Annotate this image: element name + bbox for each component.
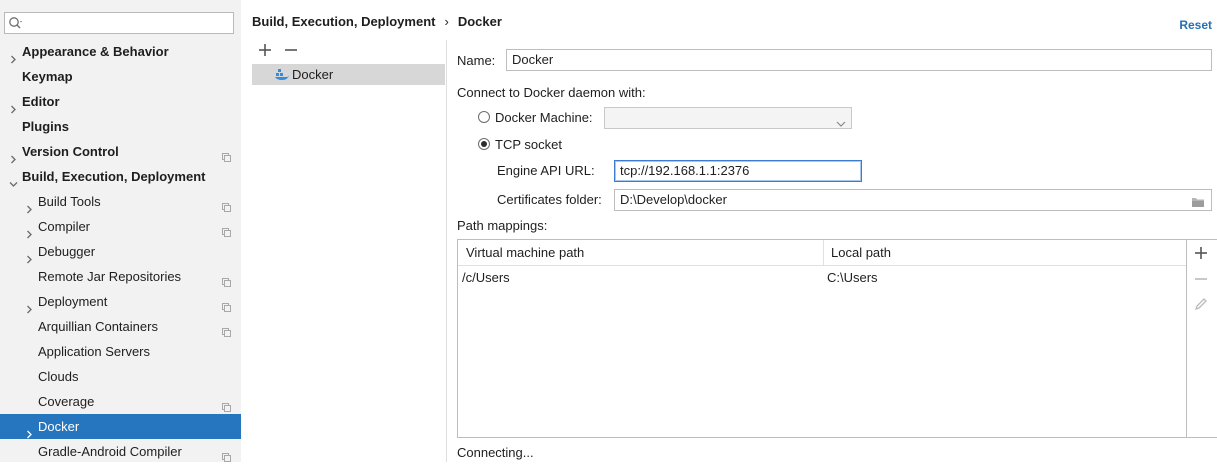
cell-vm-path: /c/Users	[462, 270, 510, 285]
column-header-vm-path[interactable]: Virtual machine path	[466, 245, 584, 260]
docker-machine-radio[interactable]	[478, 111, 490, 123]
add-mapping-button[interactable]	[1194, 246, 1210, 262]
sidebar-item-label: Gradle-Android Compiler	[38, 444, 182, 459]
sidebar-item[interactable]: Remote Jar Repositories	[0, 264, 241, 289]
tcp-socket-radio[interactable]	[478, 138, 490, 150]
path-mappings-table: Virtual machine path Local path /c/Users…	[457, 239, 1187, 438]
sidebar-item-label: Version Control	[22, 144, 119, 159]
certificates-folder-input[interactable]: D:\Develop\docker	[614, 189, 1212, 211]
sidebar-item-label: Build, Execution, Deployment	[22, 169, 206, 184]
engine-api-label: Engine API URL:	[497, 163, 595, 178]
sidebar-item-label: Appearance & Behavior	[22, 44, 169, 59]
connect-label: Connect to Docker daemon with:	[457, 85, 646, 100]
table-row[interactable]: /c/Users C:\Users	[458, 266, 1186, 288]
column-header-local-path[interactable]: Local path	[831, 245, 891, 260]
sidebar-item[interactable]: Application Servers	[0, 339, 241, 364]
cell-local-path: C:\Users	[827, 270, 878, 285]
table-header: Virtual machine path Local path	[458, 240, 1186, 266]
sidebar-item-label: Build Tools	[38, 194, 101, 209]
engine-api-url-input[interactable]: tcp://192.168.1.1:2376	[614, 160, 862, 182]
sidebar-item-label: Application Servers	[38, 344, 150, 359]
search-icon	[8, 16, 24, 33]
chevron-down-icon	[836, 114, 846, 134]
plus-icon	[259, 44, 271, 56]
breadcrumb: Build, Execution, Deployment › Docker	[252, 14, 502, 29]
sidebar-item-label: Debugger	[38, 244, 96, 259]
column-divider[interactable]	[823, 240, 824, 265]
sidebar-item[interactable]: Docker	[0, 414, 241, 439]
sidebar-item[interactable]: Coverage	[0, 389, 241, 414]
search-input[interactable]	[4, 12, 234, 34]
folder-icon[interactable]	[1191, 194, 1205, 214]
certificates-folder-value: D:\Develop\docker	[620, 192, 727, 207]
sidebar-item[interactable]: Arquillian Containers	[0, 314, 241, 339]
breadcrumb-parent[interactable]: Build, Execution, Deployment	[252, 14, 435, 29]
docker-machine-label: Docker Machine:	[495, 110, 593, 125]
sidebar-item[interactable]: Clouds	[0, 364, 241, 389]
plus-icon	[1195, 247, 1207, 259]
sidebar-item-label: Editor	[22, 94, 60, 109]
breadcrumb-current: Docker	[457, 14, 502, 29]
tcp-socket-label: TCP socket	[495, 137, 562, 152]
sidebar-item-label: Plugins	[22, 119, 69, 134]
project-scope-icon	[221, 446, 232, 471]
docker-machine-combo[interactable]	[604, 107, 852, 129]
sidebar-item[interactable]: Build Tools	[0, 189, 241, 214]
sidebar-item[interactable]: Build, Execution, Deployment	[0, 164, 241, 189]
path-mappings-label: Path mappings:	[457, 218, 548, 233]
sidebar-item-label: Coverage	[38, 394, 95, 409]
sidebar-item[interactable]: Editor	[0, 89, 241, 114]
docker-config-list: Docker	[252, 64, 445, 462]
sidebar-item[interactable]: Version Control	[0, 139, 241, 164]
config-item-label: Docker	[292, 67, 334, 82]
sidebar-item[interactable]: Debugger	[0, 239, 241, 264]
name-label: Name:	[457, 53, 496, 68]
sidebar-item[interactable]: Compiler	[0, 214, 241, 239]
remove-mapping-button[interactable]	[1194, 272, 1210, 288]
sidebar-item-label: Docker	[38, 419, 80, 434]
sidebar-item[interactable]: Appearance & Behavior	[0, 39, 241, 64]
sidebar-item[interactable]: Keymap	[0, 64, 241, 89]
remove-button[interactable]	[284, 43, 300, 59]
status-text: Connecting...	[457, 445, 534, 460]
panel-divider	[446, 40, 447, 462]
minus-icon	[1195, 278, 1207, 280]
sidebar-item-label: Keymap	[22, 69, 73, 84]
sidebar-item[interactable]: Gradle-Android Compiler	[0, 439, 241, 464]
edit-mapping-button[interactable]	[1194, 297, 1210, 313]
name-field[interactable]: Docker	[506, 49, 1212, 71]
pencil-icon	[1194, 298, 1207, 311]
sidebar-item-label: Compiler	[38, 219, 91, 234]
settings-tree: Appearance & Behavior Keymap Editor Plugins…	[0, 39, 241, 464]
sidebar-item-label: Deployment	[38, 294, 108, 309]
certificates-label: Certificates folder:	[497, 192, 602, 207]
sidebar-item-label: Clouds	[38, 369, 79, 384]
breadcrumb-separator: ›	[444, 14, 449, 29]
sidebar-item-label: Remote Jar Repositories	[38, 269, 182, 284]
minus-icon	[285, 49, 297, 51]
table-toolbar	[1187, 239, 1217, 438]
reset-link[interactable]: Reset	[1179, 18, 1212, 32]
sidebar-item[interactable]: Deployment	[0, 289, 241, 314]
config-item-docker[interactable]: Docker	[252, 64, 445, 85]
sidebar-item-label: Arquillian Containers	[38, 319, 158, 334]
sidebar-item[interactable]: Plugins	[0, 114, 241, 139]
settings-sidebar: Appearance & Behavior Keymap Editor Plugins…	[0, 0, 241, 462]
add-button[interactable]	[258, 43, 274, 59]
docker-icon	[275, 68, 289, 84]
